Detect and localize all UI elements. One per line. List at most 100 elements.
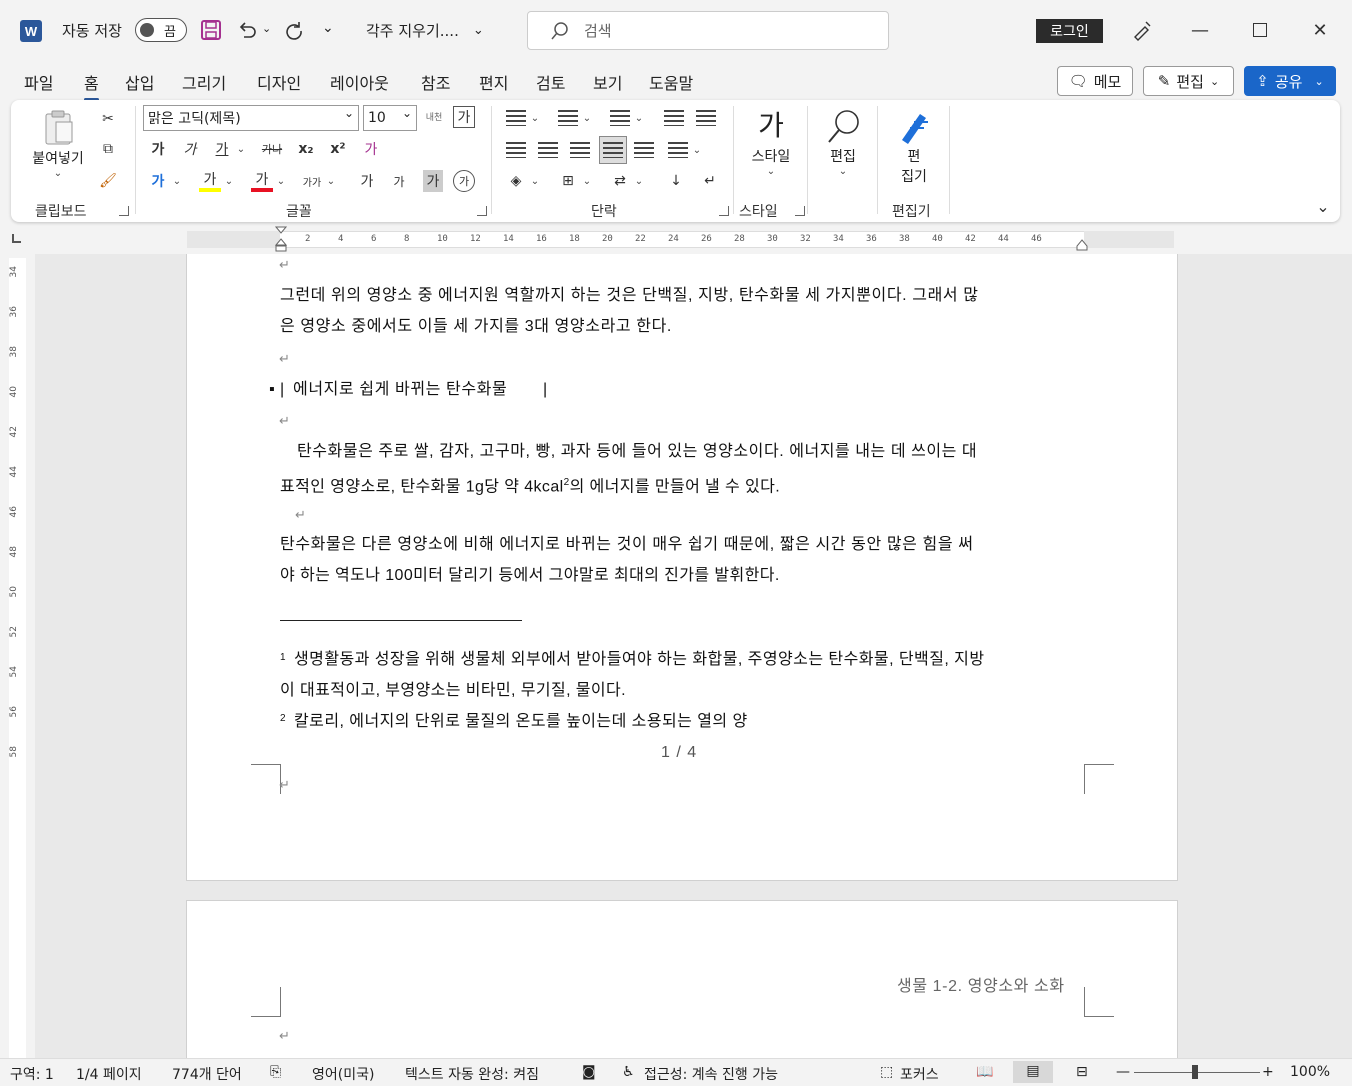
superscript-button[interactable]: x² [327,138,349,160]
enclose-characters-button[interactable]: 가 [453,170,475,192]
zoom-slider-thumb[interactable] [1192,1065,1198,1079]
strikethrough-button[interactable]: 가나 [259,138,285,160]
editing-button[interactable]: 편집 ⌄ [817,106,869,177]
highlight-dropdown-icon[interactable]: ⌄ [223,172,235,190]
borders-dropdown-icon[interactable]: ⌄ [581,172,593,190]
tab-view[interactable]: 보기 [593,70,622,94]
spacing-dropdown-icon[interactable]: ⌄ [325,172,337,190]
login-button[interactable]: 로그인 [1036,19,1103,43]
share-button[interactable]: ⇪ 공유 ⌄ [1244,66,1336,96]
paragraph-launcher-icon[interactable] [719,206,729,216]
character-shading-button[interactable]: 가 [423,170,443,192]
decrease-indent-button[interactable] [663,108,685,128]
tab-draw[interactable]: 그리기 [182,70,226,94]
character-spacing-button[interactable]: 가가 [299,170,325,192]
styles-launcher-icon[interactable] [795,206,805,216]
underline-dropdown-icon[interactable]: ⌄ [235,140,247,158]
undo-icon[interactable] [236,18,260,42]
highlight-button[interactable]: 가 [199,170,221,192]
asian-layout-dropdown-icon[interactable]: ⌄ [633,172,645,190]
italic-button[interactable]: 가 [179,138,201,160]
undo-dropdown-icon[interactable]: ⌄ [262,22,271,35]
document-canvas[interactable]: ↵ 그런데 위의 영양소 중 에너지원 역할까지 하는 것은 단백질, 지방, … [35,254,1352,1058]
horizontal-ruler[interactable] [187,231,1174,248]
search-box[interactable]: 검색 [527,11,889,50]
page-indicator[interactable]: 1/4 페이지 [76,1064,142,1084]
tab-mailings[interactable]: 편지 [479,70,508,94]
copy-icon[interactable]: ⧉ [97,138,119,160]
bullets-dropdown-icon[interactable]: ⌄ [529,108,541,128]
tab-selector-icon[interactable] [12,234,21,243]
increase-indent-button[interactable] [695,108,717,128]
distributed-button[interactable] [633,140,655,160]
accessibility-status[interactable]: 접근성: 계속 진행 가능 [644,1064,778,1084]
save-icon[interactable] [200,18,224,42]
line-spacing-dropdown-icon[interactable]: ⌄ [691,140,703,160]
multilevel-dropdown-icon[interactable]: ⌄ [633,108,645,128]
vertical-ruler[interactable]: 34 36 38 40 42 44 46 48 50 52 54 56 58 [9,258,26,1058]
autosave-toggle[interactable]: 끔 [135,18,187,42]
editor-button[interactable]: 편 집기 [887,106,941,186]
styles-button[interactable]: 가 스타일 ⌄ [745,106,797,177]
tab-home[interactable]: 홈 [84,70,99,101]
shrink-font-button[interactable]: 가 [387,170,411,192]
macro-recording-icon[interactable]: ◙ [582,1064,596,1080]
shading-dropdown-icon[interactable]: ⌄ [529,172,541,190]
zoom-level[interactable]: 100% [1290,1064,1330,1080]
clear-formatting-button[interactable]: 가 [359,138,383,160]
sort-button[interactable]: ↓ [665,170,687,192]
paste-button[interactable]: 붙여넣기 ⌄ [25,108,91,179]
focus-button[interactable]: 포커스 [900,1064,939,1084]
grow-font-button[interactable]: 가 [355,170,379,192]
asian-layout-button[interactable]: ⇄ [609,170,631,192]
align-left-button[interactable] [505,140,527,160]
text-effects-dropdown-icon[interactable]: ⌄ [171,172,183,190]
phonetic-guide-button[interactable]: 내천 [421,105,447,127]
character-border-button[interactable]: 가 [453,106,475,128]
text-effects-button[interactable]: 가 [147,170,169,192]
zoom-out-icon[interactable]: — [1116,1064,1130,1080]
bold-button[interactable]: 가 [147,138,169,160]
tab-insert[interactable]: 삽입 [125,70,154,94]
justify-button[interactable] [599,136,627,164]
memo-button[interactable]: 🗨 메모 [1057,66,1133,96]
borders-button[interactable]: ⊞ [557,170,579,192]
multilevel-list-button[interactable] [609,108,631,128]
bullets-button[interactable] [505,108,527,128]
word-count[interactable]: 774개 단어 [172,1064,242,1084]
align-right-button[interactable] [569,140,591,160]
web-layout-icon[interactable]: ⊟ [1076,1064,1088,1080]
tab-help[interactable]: 도움말 [649,70,693,94]
indent-marker-icon[interactable] [274,226,288,252]
read-mode-icon[interactable]: 📖 [976,1064,993,1080]
maximize-icon[interactable] [1248,18,1272,42]
font-color-dropdown-icon[interactable]: ⌄ [275,172,287,190]
redo-icon[interactable] [283,18,307,42]
format-painter-icon[interactable]: 🖌 [97,170,119,192]
close-icon[interactable]: ✕ [1308,18,1332,42]
tab-layout[interactable]: 레이아웃 [330,70,389,94]
customize-toolbar-icon[interactable]: ⌄ [322,20,334,36]
tab-file[interactable]: 파일 [24,70,53,94]
tab-design[interactable]: 디자인 [257,70,301,94]
language-indicator[interactable]: 영어(미국) [312,1064,374,1084]
minimize-icon[interactable]: — [1188,18,1212,42]
underline-button[interactable]: 가 [211,138,233,160]
font-name-select[interactable]: 맑은 고딕(제목) [143,105,359,131]
tab-references[interactable]: 참조 [421,70,450,94]
clipboard-launcher-icon[interactable] [119,206,129,216]
page-2[interactable]: 생물 1-2. 영양소와 소화 ↵ [186,900,1178,1058]
cut-icon[interactable]: ✂ [97,108,119,130]
print-layout-icon[interactable]: ▤ [1013,1061,1053,1083]
shading-button[interactable]: ◈ [505,170,527,192]
tab-review[interactable]: 검토 [536,70,565,94]
line-spacing-button[interactable] [667,140,689,160]
footnote-number[interactable]: 1 [280,648,286,668]
subscript-button[interactable]: x₂ [295,138,317,160]
align-center-button[interactable] [537,140,559,160]
right-indent-marker-icon[interactable] [1076,239,1088,255]
autocomplete-status[interactable]: 텍스트 자동 완성: 켜짐 [405,1064,539,1084]
font-color-button[interactable]: 가 [251,170,273,192]
show-marks-button[interactable]: ↵ [699,170,721,192]
proofing-icon[interactable]: ⎘ [270,1064,281,1080]
